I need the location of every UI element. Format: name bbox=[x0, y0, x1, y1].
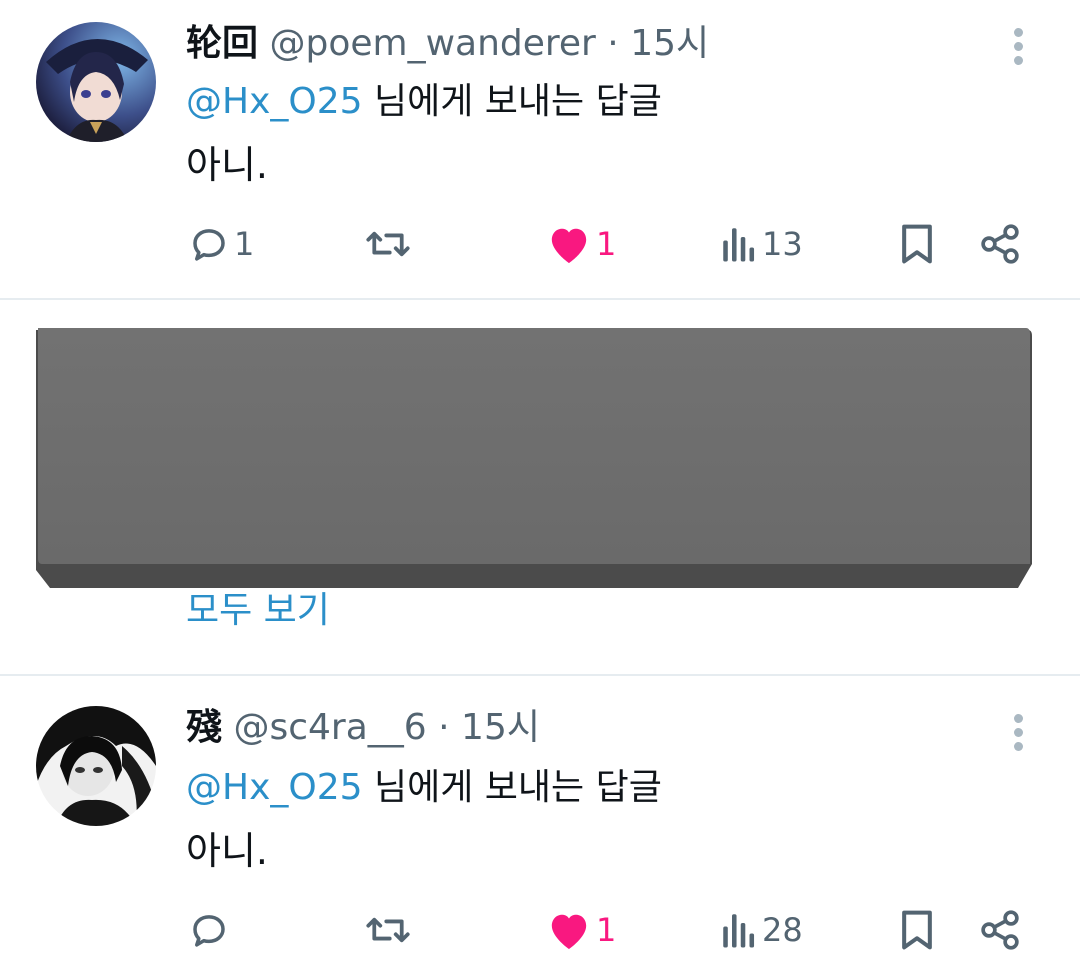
share-button[interactable] bbox=[978, 900, 1022, 960]
mention-link[interactable]: @Hx_O25 bbox=[186, 767, 363, 808]
see-all-link[interactable]: 모두 보기 bbox=[186, 586, 330, 636]
tweet-1[interactable]: 轮回 @poem_wanderer · 15시 @Hx_O25 님에게 보내는 … bbox=[0, 0, 1080, 298]
bookmark-icon bbox=[902, 224, 932, 264]
views-button[interactable]: 28 bbox=[720, 900, 803, 960]
retweet-button[interactable] bbox=[364, 900, 416, 960]
more-icon[interactable] bbox=[1004, 710, 1034, 754]
reply-icon bbox=[193, 229, 225, 261]
action-bar: 1 1 13 bbox=[0, 214, 1080, 274]
action-bar: 1 28 bbox=[0, 900, 1080, 960]
display-name[interactable]: 殘 bbox=[186, 707, 222, 748]
share-icon bbox=[981, 224, 1019, 264]
tweet-text: 아니. bbox=[186, 829, 268, 873]
reply-context: @Hx_O25 님에게 보내는 답글 bbox=[186, 80, 662, 124]
retweet-icon bbox=[366, 917, 410, 943]
views-count: 28 bbox=[762, 911, 803, 949]
divider bbox=[0, 298, 1080, 300]
bookmark-button[interactable] bbox=[898, 214, 936, 274]
timestamp[interactable]: 15시 bbox=[461, 707, 540, 748]
redaction-overlay bbox=[32, 326, 1032, 592]
like-button[interactable]: 1 bbox=[546, 900, 616, 960]
retweet-icon bbox=[366, 231, 410, 257]
user-handle[interactable]: @poem_wanderer bbox=[269, 23, 595, 64]
like-count: 1 bbox=[596, 911, 617, 949]
reply-context-label: 님에게 보내는 답글 bbox=[362, 81, 662, 122]
views-button[interactable]: 13 bbox=[720, 214, 803, 274]
reply-button[interactable]: 1 bbox=[188, 214, 254, 274]
views-icon bbox=[723, 228, 755, 262]
avatar[interactable] bbox=[36, 706, 156, 826]
avatar-image bbox=[36, 22, 156, 142]
reply-context-label: 님에게 보내는 답글 bbox=[362, 767, 662, 808]
retweet-button[interactable] bbox=[364, 214, 416, 274]
mention-link[interactable]: @Hx_O25 bbox=[186, 81, 363, 122]
reply-context: @Hx_O25 님에게 보내는 답글 bbox=[186, 766, 662, 810]
heart-icon bbox=[551, 228, 587, 264]
reply-count: 1 bbox=[234, 225, 255, 263]
timestamp[interactable]: 15시 bbox=[630, 23, 709, 64]
share-icon bbox=[981, 910, 1019, 950]
views-icon bbox=[723, 914, 755, 948]
display-name[interactable]: 轮回 bbox=[186, 23, 258, 64]
redaction-block bbox=[36, 328, 1032, 588]
reply-icon bbox=[193, 915, 225, 947]
bookmark-icon bbox=[902, 910, 932, 950]
avatar-image bbox=[36, 706, 156, 826]
tweet-2[interactable]: 殘 @sc4ra__6 · 15시 @Hx_O25 님에게 보내는 답글 아니. bbox=[0, 676, 1080, 974]
bookmark-button[interactable] bbox=[898, 900, 936, 960]
more-icon[interactable] bbox=[1004, 24, 1034, 68]
views-count: 13 bbox=[762, 225, 803, 263]
avatar[interactable] bbox=[36, 22, 156, 142]
separator-dot: · bbox=[607, 23, 619, 64]
share-button[interactable] bbox=[978, 214, 1022, 274]
heart-icon bbox=[551, 914, 587, 950]
reply-button[interactable] bbox=[188, 900, 234, 960]
like-button[interactable]: 1 bbox=[546, 214, 616, 274]
separator-dot: · bbox=[438, 707, 450, 748]
user-handle[interactable]: @sc4ra__6 bbox=[233, 707, 426, 748]
tweet-text: 아니. bbox=[186, 143, 268, 187]
like-count: 1 bbox=[596, 225, 617, 263]
